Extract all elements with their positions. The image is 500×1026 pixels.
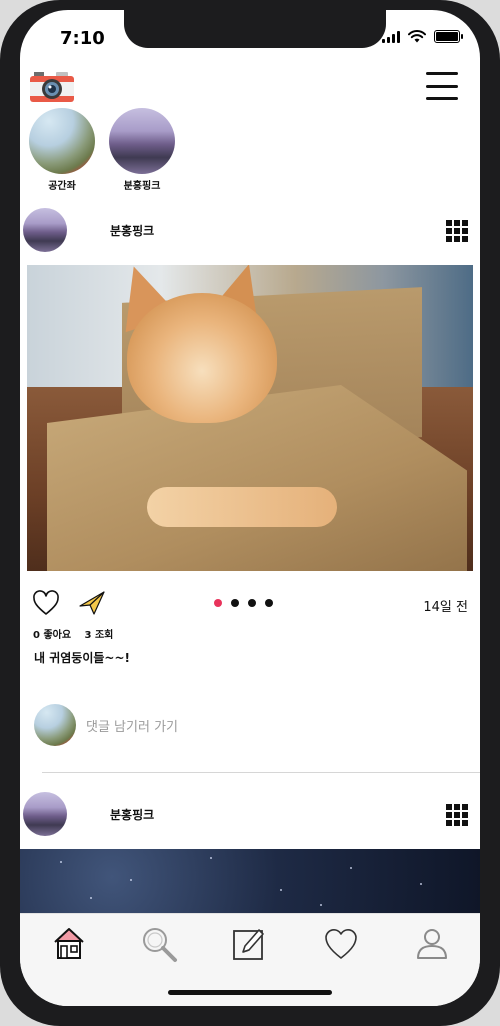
grid-icon[interactable] (446, 220, 468, 242)
top-bar (20, 66, 480, 106)
notch (124, 10, 386, 48)
divider (42, 772, 480, 773)
story-name: 분홍핑크 (123, 181, 161, 192)
search-icon[interactable] (139, 924, 179, 964)
paper-plane-icon[interactable] (78, 590, 106, 616)
story-name: 공간좌 (48, 181, 76, 192)
story-item[interactable]: 공간좌 (28, 108, 96, 192)
grid-icon[interactable] (446, 804, 468, 826)
post-image[interactable] (20, 849, 480, 919)
status-time: 7:10 (60, 28, 105, 49)
post-username[interactable]: 분홍핑크 (110, 222, 154, 239)
battery-icon (434, 30, 463, 43)
carousel-dot[interactable] (231, 599, 239, 607)
stories-row: 공간좌 분홍핑크 (28, 108, 176, 192)
edit-icon[interactable] (229, 924, 269, 964)
post-time: 14일 전 (423, 600, 468, 615)
camera-icon[interactable] (28, 70, 76, 104)
status-icons (382, 30, 463, 43)
home-icon[interactable] (49, 924, 89, 964)
views-count: 3 조회 (84, 630, 114, 641)
carousel-dot[interactable] (248, 599, 256, 607)
post-caption: 내 귀염둥이들~~! (34, 651, 131, 665)
carousel-dots (214, 599, 273, 607)
app-screen: 7:10 공간좌 분홍핑크 분홍핑크 14일 전 0 좋아요 3 조회 내 귀염… (20, 10, 480, 1006)
post-username[interactable]: 분홍핑크 (110, 806, 154, 823)
story-item[interactable]: 분홍핑크 (108, 108, 176, 192)
signal-icon (382, 30, 400, 43)
post-header: 분홍핑크 (20, 790, 480, 838)
post-actions: 14일 전 (20, 590, 480, 620)
post-header: 분홍핑크 (20, 206, 480, 254)
comment-placeholder[interactable]: 댓글 남기러 가기 (86, 716, 178, 735)
post-stats: 0 좋아요 3 조회 (33, 626, 123, 641)
comment-entry[interactable]: 댓글 남기러 가기 (34, 704, 464, 746)
hamburger-menu-icon[interactable] (426, 72, 458, 100)
avatar (34, 704, 76, 746)
story-avatar (29, 108, 95, 174)
profile-icon[interactable] (412, 924, 452, 964)
post-image[interactable] (27, 265, 473, 571)
phone-frame: 7:10 공간좌 분홍핑크 분홍핑크 14일 전 0 좋아요 3 조회 내 귀염… (0, 0, 500, 1026)
wifi-icon (408, 30, 426, 43)
home-indicator (168, 990, 332, 995)
heart-icon[interactable] (321, 924, 361, 964)
heart-icon[interactable] (32, 590, 60, 616)
avatar[interactable] (23, 208, 67, 252)
avatar[interactable] (23, 792, 67, 836)
carousel-dot[interactable] (265, 599, 273, 607)
story-avatar (109, 108, 175, 174)
carousel-dot[interactable] (214, 599, 222, 607)
likes-count: 0 좋아요 (33, 630, 72, 641)
